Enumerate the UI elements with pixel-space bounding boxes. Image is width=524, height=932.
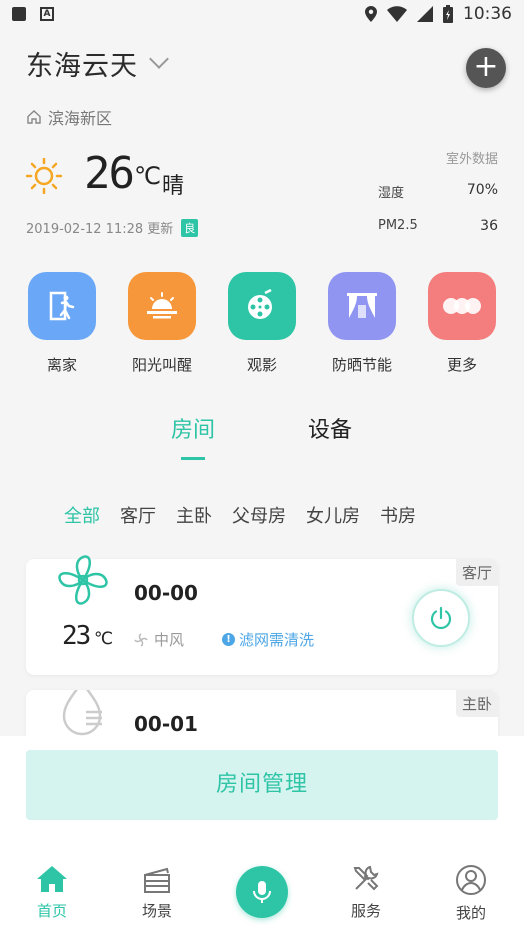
scene-movie[interactable]: 观影 <box>216 272 308 375</box>
leave-home-icon[interactable] <box>28 272 96 340</box>
clock: 10:36 <box>463 4 512 24</box>
power-button[interactable] <box>412 589 470 647</box>
air-quality-badge: 良 <box>181 218 199 237</box>
a-icon: A <box>40 7 54 21</box>
notification-icon <box>12 7 26 21</box>
nav-service[interactable]: 服务 <box>331 864 401 921</box>
scene-label: 离家 <box>46 356 77 374</box>
wifi-icon <box>387 6 407 22</box>
outdoor-temperature: 26 <box>84 148 135 199</box>
location-icon <box>365 6 377 22</box>
home-header: 东海云天 + 滨海新区 <box>26 44 506 129</box>
voice-button[interactable] <box>236 866 288 918</box>
signal-icon <box>417 6 433 22</box>
fan-icon <box>58 555 108 605</box>
nav-label: 场景 <box>141 902 172 920</box>
nav-home[interactable]: 首页 <box>17 864 87 921</box>
nav-label: 首页 <box>36 902 67 920</box>
filter-living-room[interactable]: 客厅 <box>120 502 156 528</box>
humidity-label: 湿度 <box>378 186 405 201</box>
status-bar: A 10:36 <box>0 0 524 28</box>
wind-speed: 中风 <box>134 629 184 650</box>
sun-icon <box>26 158 62 194</box>
room-tag: 客厅 <box>455 559 498 586</box>
device-name: 00-00 <box>134 581 198 605</box>
location-label: 滨海新区 <box>48 109 113 128</box>
home-title[interactable]: 东海云天 <box>26 44 138 83</box>
tab-rooms[interactable]: 房间 <box>171 412 215 444</box>
scene-more[interactable]: 更多 <box>416 272 508 375</box>
filter-warning[interactable]: ! 滤网需清洗 <box>222 629 314 650</box>
nav-label: 我的 <box>455 904 486 922</box>
user-icon <box>456 865 486 895</box>
bottom-nav: 首页 场景 服务 我的 <box>0 856 524 932</box>
humidity-row: 湿度 70% <box>378 182 498 201</box>
filter-daughters-room[interactable]: 女儿房 <box>306 502 360 528</box>
humidity-value: 70% <box>466 182 498 198</box>
device-name: 00-01 <box>134 712 198 736</box>
wind-speed-label: 中风 <box>154 631 185 649</box>
main-tabs: 房间 设备 <box>0 412 524 462</box>
device-temperature-unit: ℃ <box>94 629 114 649</box>
nav-label: 服务 <box>350 902 381 920</box>
scene-label: 阳光叫醒 <box>131 356 192 374</box>
pm25-value: 36 <box>480 218 498 234</box>
outdoor-data-title: 室外数据 <box>445 152 498 167</box>
clapperboard-icon <box>144 867 170 893</box>
weather-condition: 晴 <box>162 174 185 199</box>
more-icon[interactable] <box>428 272 496 340</box>
update-row: 2019-02-12 11:28 更新 良 <box>26 218 199 237</box>
chevron-down-icon[interactable] <box>149 48 169 69</box>
curtain-icon[interactable] <box>328 272 396 340</box>
pm25-row: PM2.5 36 <box>378 218 498 234</box>
room-filter-bar: 全部 客厅 主卧 父母房 女儿房 书房 <box>64 502 416 528</box>
location-row: 滨海新区 <box>26 105 506 129</box>
update-time: 2019-02-12 11:28 更新 <box>26 222 174 237</box>
power-icon <box>430 606 452 630</box>
scene-label: 更多 <box>446 356 477 374</box>
room-tag: 主卧 <box>455 690 498 717</box>
filter-master-bedroom[interactable]: 主卧 <box>176 502 212 528</box>
active-tab-indicator <box>181 457 205 460</box>
info-icon: ! <box>222 633 235 646</box>
bottom-panel: 房间管理 首页 场景 服务 我的 <box>0 736 524 932</box>
humidifier-drop-icon <box>62 690 102 736</box>
scene-leave-home[interactable]: 离家 <box>16 272 108 375</box>
scene-label: 观影 <box>246 356 277 374</box>
scene-sunshade[interactable]: 防晒节能 <box>316 272 408 375</box>
nav-scenes[interactable]: 场景 <box>122 864 192 921</box>
sunrise-icon[interactable] <box>128 272 196 340</box>
room-manage-button[interactable]: 房间管理 <box>26 750 498 820</box>
temperature-unit: ℃ <box>134 162 161 190</box>
filter-study[interactable]: 书房 <box>380 502 416 528</box>
film-reel-icon[interactable] <box>228 272 296 340</box>
microphone-icon <box>253 881 271 903</box>
tools-icon <box>353 865 379 891</box>
scene-sunrise[interactable]: 阳光叫醒 <box>116 272 208 375</box>
filter-warning-label[interactable]: 滤网需清洗 <box>239 629 314 650</box>
filter-parents-room[interactable]: 父母房 <box>232 502 286 528</box>
home-icon <box>37 866 67 892</box>
device-temperature: 23 <box>62 621 91 651</box>
nav-mine[interactable]: 我的 <box>436 864 506 923</box>
wind-icon <box>134 632 148 647</box>
scene-label: 防晒节能 <box>331 356 392 374</box>
pm25-label: PM2.5 <box>378 218 418 233</box>
add-button[interactable]: + <box>466 48 506 88</box>
home-selector[interactable]: 东海云天 <box>26 44 506 83</box>
weather-panel: 26 ℃ 晴 2019-02-12 11:28 更新 良 室外数据 湿度 70%… <box>26 148 498 248</box>
battery-icon <box>443 5 453 23</box>
tab-devices[interactable]: 设备 <box>308 412 352 444</box>
filter-all[interactable]: 全部 <box>64 502 100 528</box>
device-card[interactable]: 客厅 00-00 23 ℃ 中风 ! 滤网需清洗 <box>26 555 498 675</box>
house-icon <box>27 110 41 124</box>
scene-shortcuts: 离家 阳光叫醒 观影 防晒节能 更多 <box>16 272 508 375</box>
